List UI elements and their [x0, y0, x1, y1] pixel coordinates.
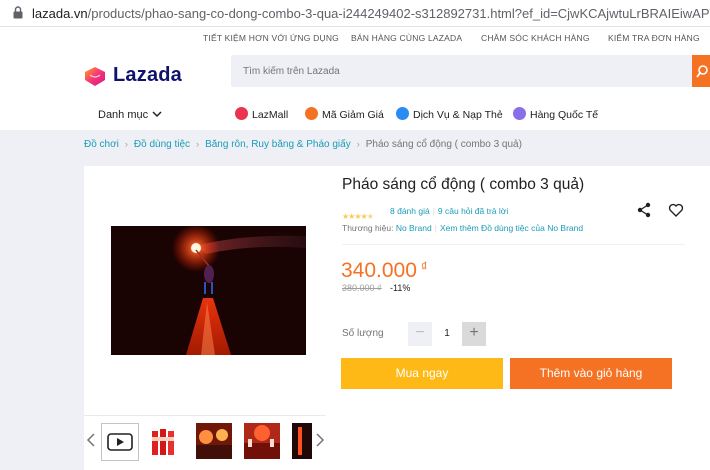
thumbnail-flare-package [148, 423, 184, 459]
breadcrumb: Đồ chơi › Đồ dùng tiệc › Băng rôn, Ruy băng … [84, 139, 522, 150]
buy-now-button[interactable]: Mua ngay [341, 358, 503, 389]
price-currency: ₫ [420, 259, 428, 274]
brand-name-link[interactable]: No Brand [396, 223, 432, 233]
thumbnail-flare-stadium [244, 423, 280, 459]
breadcrumb-banners[interactable]: Băng rôn, Ruy băng & Pháo giấy [205, 139, 351, 150]
divider [342, 244, 685, 245]
price-value: 340.000 [341, 259, 417, 282]
add-to-cart-button[interactable]: Thêm vào giỏ hàng [510, 358, 672, 389]
discount-badge: -11% [390, 283, 411, 293]
thumbnail-flare-night [292, 423, 312, 459]
breadcrumb-separator-icon: › [196, 139, 200, 149]
nav-lazmall[interactable]: LazMall [252, 109, 288, 121]
separator: | [432, 206, 435, 216]
url-domain: lazada.vn [32, 6, 88, 21]
thumbnail-flare-crowd [196, 423, 232, 459]
rating-count-link[interactable]: 8 đánh giá [390, 206, 430, 216]
thumbnail-image[interactable] [196, 423, 232, 459]
search-button[interactable] [692, 55, 710, 87]
site-header: TIẾT KIỆM HƠN VỚI ỨNG DỤNG BÁN HÀNG CÙNG… [0, 27, 710, 130]
half-star-icon: ★ [366, 212, 374, 221]
breadcrumb-party-supplies[interactable]: Đồ dùng tiệc [134, 139, 190, 150]
breadcrumb-separator-icon: › [356, 139, 360, 149]
original-price: 380.000 ₫ [342, 283, 382, 293]
lazada-logo-icon[interactable] [83, 65, 107, 87]
flare-photo [111, 226, 306, 355]
thumbnail-image[interactable] [244, 423, 280, 459]
product-title: Pháo sáng cổ động ( combo 3 quả) [342, 176, 585, 193]
thumbnail-divider [84, 415, 326, 416]
quantity-increase-button[interactable]: + [462, 322, 486, 346]
nav-services-topup[interactable]: Dịch Vụ & Nạp Thẻ [413, 109, 503, 121]
search-bar [231, 55, 693, 87]
toplink-app[interactable]: TIẾT KIỆM HƠN VỚI ỨNG DỤNG [203, 33, 339, 43]
thumbnail-image[interactable] [148, 423, 184, 459]
nav-international[interactable]: Hàng Quốc Tế [530, 109, 598, 121]
rating-summary: 8 đánh giá | 9 câu hỏi đã trả lời [390, 206, 508, 216]
brand-line: Thương hiệu: No Brand | Xem thêm Đồ dùng t… [342, 223, 583, 233]
video-play-icon [107, 433, 133, 451]
search-icon [696, 65, 708, 78]
nav-voucher[interactable]: Mã Giảm Giá [322, 109, 384, 121]
browser-url-bar[interactable]: lazada.vn/products/phao-sang-co-dong-com… [0, 0, 710, 27]
thumbnail-video[interactable] [101, 423, 139, 461]
search-input[interactable] [243, 55, 683, 87]
breadcrumb-current: Pháo sáng cổ động ( combo 3 quả) [365, 139, 522, 150]
voucher-icon [305, 107, 318, 120]
lazmall-icon [235, 107, 248, 120]
heart-icon[interactable] [668, 202, 684, 218]
url-path: /products/phao-sang-co-dong-combo-3-qua-… [87, 6, 710, 21]
breadcrumb-separator-icon: › [124, 139, 128, 149]
lock-icon [13, 6, 23, 19]
qa-count-link[interactable]: 9 câu hỏi đã trả lời [438, 206, 508, 216]
chevron-left-icon[interactable] [86, 433, 96, 447]
product-main-image[interactable] [111, 226, 306, 355]
category-menu[interactable]: Danh mục [98, 109, 148, 121]
lazada-logo-text[interactable]: Lazada [113, 64, 182, 87]
toplink-sell[interactable]: BÁN HÀNG CÙNG LAZADA [351, 33, 462, 43]
topup-icon [396, 107, 409, 120]
rating-stars[interactable]: ★★★★★ [342, 206, 374, 224]
url-text[interactable]: lazada.vn/products/phao-sang-co-dong-com… [32, 6, 710, 21]
breadcrumb-toys[interactable]: Đồ chơi [84, 139, 119, 150]
quantity-value[interactable]: 1 [436, 328, 458, 339]
brand-label: Thương hiệu: [342, 223, 394, 233]
chevron-right-icon[interactable] [315, 433, 325, 447]
toplink-care[interactable]: CHĂM SÓC KHÁCH HÀNG [481, 33, 590, 43]
chevron-down-icon[interactable] [152, 110, 162, 118]
share-icon[interactable] [636, 202, 652, 218]
brand-more-link[interactable]: Xem thêm Đồ dùng tiệc của No Brand [440, 223, 583, 233]
toplink-track-order[interactable]: KIỂM TRA ĐƠN HÀNG [608, 33, 700, 43]
quantity-decrease-button[interactable]: − [408, 322, 432, 346]
quantity-label: Số lượng [342, 328, 384, 339]
separator: | [434, 223, 437, 233]
global-icon [513, 107, 526, 120]
thumbnail-image[interactable] [292, 423, 312, 459]
product-price: 340.000 ₫ [341, 259, 428, 283]
